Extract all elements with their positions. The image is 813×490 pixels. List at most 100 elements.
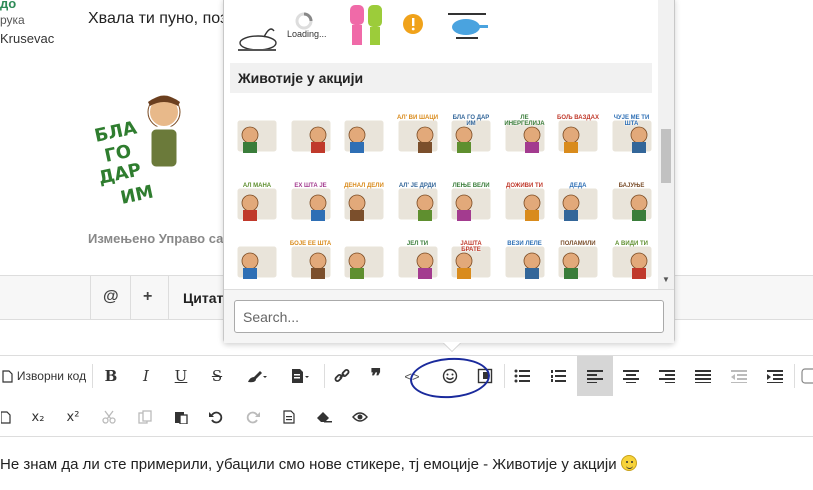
sticker-zivotije-3-6[interactable]: ВЕЗИ ЛЕЛЕ [502,239,548,285]
sticker-zivotije-1-1[interactable] [234,113,280,159]
align-center-button[interactable] [617,356,645,396]
italic-button[interactable]: I [132,356,160,396]
emoji-scroll-area[interactable]: Loading... Животије у акцији АЛ' ВИ ШАЦИ… [224,0,674,289]
section-title: Животије у акцији [230,63,652,93]
sticker-zivotije-2-6[interactable]: ДОЖИВИ ТИ [502,181,548,227]
preview-doc-button[interactable] [277,397,301,437]
paste-button[interactable] [169,397,193,437]
text-color-button[interactable] [240,356,274,396]
post-author[interactable]: до [0,0,16,11]
smiley-icon [442,368,458,384]
bold-button[interactable]: B [97,356,125,396]
document-button[interactable] [0,397,12,437]
emoji-search-input[interactable] [234,300,664,333]
align-right-button[interactable] [653,356,681,396]
superscript-button[interactable]: x² [61,397,85,437]
emoji-search-bar [224,289,674,343]
sticker-image [234,117,280,155]
document-icon [1,410,11,424]
numbered-list-button[interactable] [544,356,572,396]
redo-button[interactable] [241,397,265,437]
add-button[interactable]: + [143,288,152,306]
scrollbar[interactable]: ▼ [658,0,674,289]
sticker-image [234,243,280,281]
smiley-emoji-icon [620,455,637,471]
sticker-zivotije-3-8[interactable]: А ВИДИ ТИ [609,239,655,285]
remove-format-button[interactable] [312,397,336,437]
sticker-zivotije-2-3[interactable]: ДЕНАЛ ДЕЛИ [341,181,387,227]
numbered-list-icon [551,370,566,382]
subscript-button[interactable]: x₂ [26,397,50,437]
quote-button[interactable]: Цитат [183,290,223,306]
sticker-zivotije-1-5[interactable]: БЛА ГО ДАР ИМ [448,113,494,159]
sticker-caption: ЈАШТА БРАТЕ [460,241,482,253]
divider [324,364,325,388]
scroll-down-arrow-icon[interactable]: ▼ [662,275,670,284]
source-code-button[interactable]: Изворни код [0,356,88,396]
sticker-caption: А ВИДИ ТИ [615,241,648,247]
mention-button[interactable]: @ [103,288,119,306]
sticker-zivotije-3-2[interactable]: БОЈЕ ЕЕ ШТА [288,239,334,285]
brush-icon [248,371,267,383]
sticker-zivotije-2-2[interactable]: ЕХ ШТА ЈЕ [288,181,334,227]
emoji-button[interactable] [436,356,464,396]
align-left-icon [587,370,603,383]
embed-button[interactable] [471,356,499,396]
emoji-picker-popup: Loading... Животије у акцији АЛ' ВИ ШАЦИ… [223,0,675,343]
sticker-zivotije-2-1[interactable]: АЛ МАНА [234,181,280,227]
sticker-caption: ВЕЗИ ЛЕЛЕ [507,241,542,247]
scrollbar-thumb[interactable] [661,129,671,183]
editor-content[interactable]: Не знам да ли сте примерили, убацили смо… [0,455,637,473]
sticker-zivotije-3-7[interactable]: ПОЛАМИЛИ [555,239,601,285]
preview-button[interactable] [348,397,372,437]
sticker-helicopter[interactable] [444,7,490,53]
divider [92,364,93,388]
more-button[interactable] [798,356,813,396]
code-button[interactable]: <> [398,356,426,396]
page-format-icon [292,369,309,383]
justify-button[interactable] [689,356,717,396]
indent-button[interactable] [761,356,789,396]
sticker-caption: БОЉ ВАЗДАХ [557,115,599,121]
sticker-zivotije-1-8[interactable]: ЧУЈЕ МЕ ТИ ШТА [609,113,655,159]
copy-button[interactable] [133,397,157,437]
sticker-caption: АЛ' ЈЕ ДРДИ [398,183,437,189]
sticker-sleeping-rabbit[interactable] [234,11,280,57]
sticker-caption: ДЕНАЛ ДЕЛИ [344,183,384,189]
strikethrough-button[interactable]: S [203,356,231,396]
outdent-button[interactable] [725,356,753,396]
source-code-label: Изворни код [16,369,87,383]
sticker-pink-bunny[interactable] [344,3,390,49]
underline-button[interactable]: U [167,356,195,396]
sticker-zivotije-1-6[interactable]: ЛЕ ИНЕРГЕЛИЈА [502,113,548,159]
align-left-button[interactable] [577,356,613,396]
sticker-zivotije-3-4[interactable]: ЈЕЛ ТИ [395,239,441,285]
undo-button[interactable] [204,397,228,437]
blockquote-button[interactable]: ❞ [362,356,390,396]
sticker-zivotije-2-8[interactable]: БАЈУЊЕ [609,181,655,227]
eraser-icon [317,412,332,423]
sticker-zivotije-1-3[interactable] [341,113,387,159]
sticker-caption: ДОЖИВИ ТИ [506,183,543,189]
divider [90,276,91,320]
sticker-zivotije-2-4[interactable]: АЛ' ЈЕ ДРДИ [395,181,441,227]
editor-text: Не знам да ли сте примерили, убацили смо… [0,456,617,473]
cut-button[interactable] [97,397,121,437]
warning-sticker-icon[interactable] [402,13,424,35]
link-icon [334,369,350,382]
sticker-zivotije-3-3[interactable] [341,239,387,285]
divider [504,364,505,388]
sticker-zivotije-1-2[interactable] [288,113,334,159]
bullet-list-button[interactable] [508,356,536,396]
sticker-zivotije-2-5[interactable]: ЛЕЊЕ ВЕЛИ [448,181,494,227]
sticker-zivotije-3-1[interactable] [234,239,280,285]
sticker-caption: АЛ' ВИ ШАЦИ [396,115,439,121]
document-icon [2,369,13,383]
sticker-zivotije-2-7[interactable]: ДЕДА [555,181,601,227]
sticker-zivotije-1-4[interactable]: АЛ' ВИ ШАЦИ [395,113,441,159]
paragraph-format-button[interactable] [284,356,318,396]
sticker-zivotije-3-5[interactable]: ЈАШТА БРАТЕ [448,239,494,285]
sticker-image [341,243,387,281]
link-button[interactable] [328,356,356,396]
sticker-zivotije-1-7[interactable]: БОЉ ВАЗДАХ [555,113,601,159]
